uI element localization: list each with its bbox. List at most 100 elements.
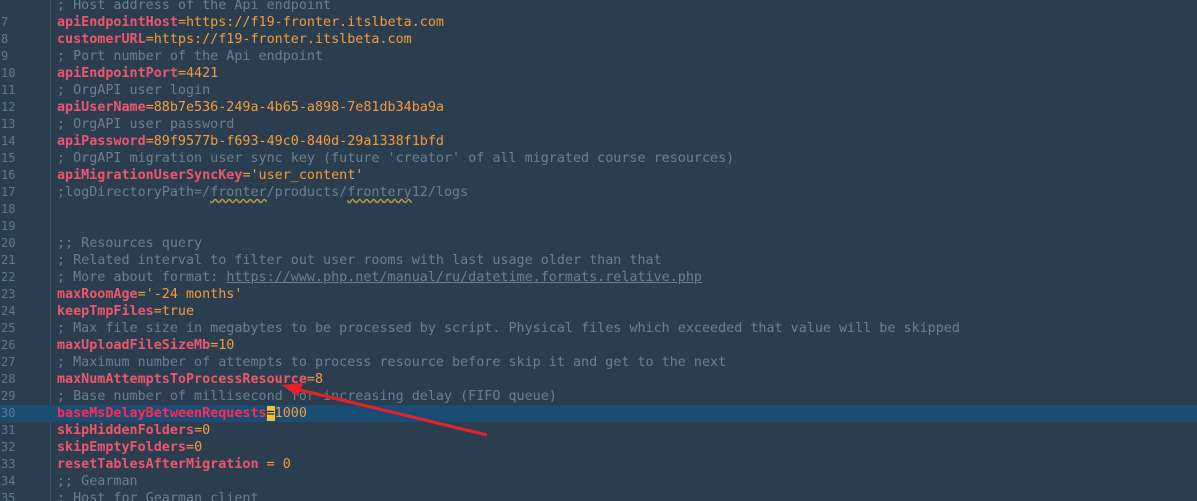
line-number: 25 bbox=[1, 321, 16, 335]
equals-sign: = bbox=[194, 423, 203, 438]
code-line[interactable]: 20 ;; Resources query bbox=[0, 235, 1197, 252]
comment-text: /products/ bbox=[266, 185, 348, 200]
equals-sign: = bbox=[177, 66, 186, 81]
line-text: ;logDirectoryPath=/fronter/products/fron… bbox=[57, 184, 468, 201]
comment-text: ; OrgAPI user password bbox=[57, 117, 235, 132]
equals-sign: = bbox=[145, 32, 154, 47]
code-line[interactable]: 15 ; OrgAPI migration user sync key (futu… bbox=[0, 150, 1197, 167]
config-key: maxNumAttemptsToProcessResource bbox=[57, 372, 307, 387]
config-key: maxRoomAge bbox=[57, 287, 138, 302]
code-line[interactable]: 13 ; OrgAPI user password bbox=[0, 116, 1197, 133]
code-line[interactable]: 22 ; More about format: https://www.php.n… bbox=[0, 269, 1197, 286]
line-number: 27 bbox=[1, 355, 16, 369]
code-line[interactable]: 35 ; Host for Gearman client bbox=[0, 490, 1197, 501]
code-line[interactable]: 23 maxRoomAge='-24 months' bbox=[0, 286, 1197, 303]
line-number: 22 bbox=[1, 270, 16, 284]
line-number: 34 bbox=[1, 474, 16, 488]
equals-sign: = bbox=[153, 304, 162, 319]
comment-text: ;; Gearman bbox=[57, 474, 138, 489]
line-text: maxUploadFileSizeMb=10 bbox=[57, 337, 234, 354]
line-number: 19 bbox=[1, 219, 16, 233]
code-line[interactable]: 27 ; Maximum number of attempts to proces… bbox=[0, 354, 1197, 371]
line-text: ; OrgAPI user login bbox=[57, 82, 210, 99]
config-value: 10 bbox=[218, 338, 235, 353]
config-key: apiEndpointHost bbox=[57, 15, 178, 30]
config-key: apiUserName bbox=[57, 100, 146, 115]
line-number: 14 bbox=[1, 134, 16, 148]
comment-text: ; Related interval to filter out user ro… bbox=[57, 253, 662, 268]
config-value: 0 bbox=[282, 457, 291, 472]
comment-text: ; Port number of the Api endpoint bbox=[57, 49, 324, 64]
code-line[interactable]: 7 apiEndpointHost=https://f19-fronter.its… bbox=[0, 14, 1197, 31]
line-number: 33 bbox=[1, 457, 16, 471]
line-text: apiEndpointPort=4421 bbox=[57, 65, 218, 82]
line-text: customerURL=https://f19-fronter.itslbeta… bbox=[57, 31, 412, 48]
config-value: 89f9577b-f693-49c0-840d-29a1338f1bfd bbox=[153, 134, 444, 149]
config-key: apiPassword bbox=[57, 134, 146, 149]
config-key: maxUploadFileSizeMb bbox=[57, 338, 211, 353]
code-line[interactable]: 26 maxUploadFileSizeMb=10 bbox=[0, 337, 1197, 354]
code-line-current[interactable]: 30 baseMsDelayBetweenRequests=1000 bbox=[0, 405, 1197, 422]
code-line[interactable]: 8 customerURL=https://f19-fronter.itslbet… bbox=[0, 31, 1197, 48]
code-line[interactable]: ; Host address of the Api endpoint bbox=[0, 0, 1197, 14]
config-value: 1000 bbox=[274, 406, 307, 421]
code-line[interactable]: 29 ; Base number of millisecond for incre… bbox=[0, 388, 1197, 405]
line-text: apiEndpointHost=https://f19-fronter.itsl… bbox=[57, 14, 444, 31]
line-text: keepTmpFiles=true bbox=[57, 303, 194, 320]
line-number: 21 bbox=[1, 253, 16, 267]
comment-link[interactable]: https://www.php.net/manual/ru/datetime.f… bbox=[226, 270, 702, 285]
config-value: 'user_content' bbox=[250, 168, 364, 183]
line-number: 32 bbox=[1, 440, 16, 454]
code-line[interactable]: 34 ;; Gearman bbox=[0, 473, 1197, 490]
line-number: 8 bbox=[1, 32, 9, 46]
line-text: ; More about format: https://www.php.net… bbox=[57, 269, 702, 286]
code-line[interactable]: 17 ;logDirectoryPath=/fronter/products/fr… bbox=[0, 184, 1197, 201]
line-text: maxNumAttemptsToProcessResource=8 bbox=[57, 371, 323, 388]
code-line[interactable]: 12 apiUserName=88b7e536-249a-4b65-a898-7e… bbox=[0, 99, 1197, 116]
line-number: 15 bbox=[1, 151, 16, 165]
code-line[interactable]: 11 ; OrgAPI user login bbox=[0, 82, 1197, 99]
code-line[interactable]: 10 apiEndpointPort=4421 bbox=[0, 65, 1197, 82]
line-text: ; Host address of the Api endpoint bbox=[57, 0, 331, 14]
comment-text: ;; Resources query bbox=[57, 236, 203, 251]
line-number: 23 bbox=[1, 287, 16, 301]
config-value: 4421 bbox=[186, 66, 219, 81]
config-value: 8 bbox=[314, 372, 324, 387]
line-text: skipHiddenFolders=0 bbox=[57, 422, 210, 439]
code-line[interactable]: 31 skipHiddenFolders=0 bbox=[0, 422, 1197, 439]
line-text: apiUserName=88b7e536-249a-4b65-a898-7e81… bbox=[57, 99, 444, 116]
code-line[interactable]: 28 maxNumAttemptsToProcessResource=8 bbox=[0, 371, 1197, 388]
line-number: 29 bbox=[1, 389, 16, 403]
comment-text: ; Host for Gearman client bbox=[57, 491, 259, 501]
code-line[interactable]: 32 skipEmptyFolders=0 bbox=[0, 439, 1197, 456]
code-line[interactable]: 21 ; Related interval to filter out user … bbox=[0, 252, 1197, 269]
line-number: 11 bbox=[1, 83, 16, 97]
line-number: 31 bbox=[1, 423, 16, 437]
config-value: 0 bbox=[194, 440, 203, 455]
code-line[interactable]: 9 ; Port number of the Api endpoint bbox=[0, 48, 1197, 65]
code-line[interactable]: 19 bbox=[0, 218, 1197, 235]
code-line[interactable]: 25 ; Max file size in megabytes to be pro… bbox=[0, 320, 1197, 337]
line-text: maxRoomAge='-24 months' bbox=[57, 286, 242, 303]
code-line[interactable]: 24 keepTmpFiles=true bbox=[0, 303, 1197, 320]
code-line[interactable]: 14 apiPassword=89f9577b-f693-49c0-840d-29… bbox=[0, 133, 1197, 150]
line-text: skipEmptyFolders=0 bbox=[57, 439, 202, 456]
config-key: apiEndpointPort bbox=[57, 66, 178, 81]
code-line[interactable]: 16 apiMigrationUserSyncKey='user_content' bbox=[0, 167, 1197, 184]
equals-sign: = bbox=[306, 372, 315, 387]
equals-sign: = bbox=[145, 100, 154, 115]
code-line[interactable]: 18 bbox=[0, 201, 1197, 218]
comment-text: ;logDirectoryPath=/ bbox=[57, 185, 211, 200]
code-line[interactable]: 33 resetTablesAfterMigration = 0 bbox=[0, 456, 1197, 473]
spellcheck-word: frontery bbox=[347, 185, 412, 200]
equals-sign: = bbox=[186, 440, 195, 455]
comment-text: ; OrgAPI user login bbox=[57, 83, 211, 98]
line-number: 10 bbox=[1, 66, 16, 80]
config-key: skipEmptyFolders bbox=[57, 440, 186, 455]
line-text: apiMigrationUserSyncKey='user_content' bbox=[57, 167, 363, 184]
line-text: resetTablesAfterMigration = 0 bbox=[57, 456, 291, 473]
code-editor[interactable]: ; Host address of the Api endpoint 7 apiEn… bbox=[0, 0, 1197, 501]
code-area[interactable]: ; Host address of the Api endpoint 7 apiEn… bbox=[0, 0, 1197, 501]
text-cursor: = bbox=[266, 406, 275, 421]
config-key: apiMigrationUserSyncKey bbox=[57, 168, 243, 183]
